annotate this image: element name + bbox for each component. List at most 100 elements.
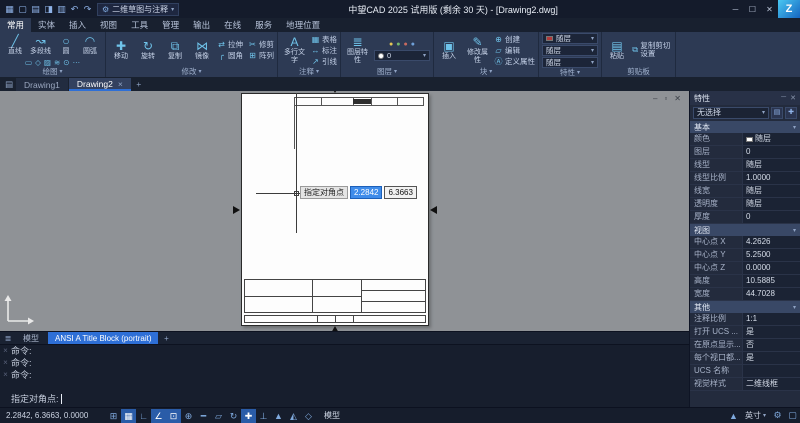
app-menu-icon[interactable]: ▦ — [3, 4, 16, 15]
property-value[interactable]: 10.5885 — [742, 275, 800, 287]
model-space-button[interactable]: 模型 — [316, 410, 348, 421]
color-dropdown[interactable]: 随层 ▾ — [542, 33, 598, 44]
select-objects-icon[interactable]: ✚ — [785, 107, 797, 119]
property-value[interactable]: 0 — [742, 211, 800, 223]
fillet-button[interactable]: ╭ 圆角 — [217, 51, 243, 61]
stretch-button[interactable]: ⇄ 拉伸 — [217, 40, 243, 50]
document-tab-drawing2[interactable]: Drawing2 × — [69, 78, 131, 91]
annotate-group-label[interactable]: 注释 ▾ — [281, 67, 337, 77]
drawing-canvas[interactable]: ‒ ▫ ✕ — [0, 91, 689, 331]
transparency-toggle[interactable]: ▱ — [211, 409, 226, 423]
property-value[interactable]: 是 — [742, 326, 800, 338]
ribbon-tab-output[interactable]: 输出 — [186, 18, 217, 32]
hatch-icon[interactable]: ▨ — [44, 58, 51, 67]
undo-icon[interactable]: ↶ — [68, 4, 81, 15]
circle-button[interactable]: ○ 圆 — [54, 33, 78, 57]
create-block-button[interactable]: ⊕ 创建 — [494, 34, 535, 44]
array-button[interactable]: ⊞ 阵列 — [248, 51, 274, 61]
property-value[interactable]: 是 — [742, 352, 800, 364]
otrack-toggle[interactable]: ⊕ — [181, 409, 196, 423]
command-line-window[interactable]: × 命令: × 命令: × 命令: 指定对角点: — [0, 344, 689, 407]
settings-gear-icon[interactable]: ⚙ — [770, 410, 785, 421]
ortho-toggle[interactable]: ∟ — [136, 409, 151, 423]
ribbon-tab-online[interactable]: 在线 — [217, 18, 248, 32]
paste-button[interactable]: ▤ 粘贴 — [605, 33, 629, 67]
snap-toggle[interactable]: ⊞ — [106, 409, 121, 423]
property-value[interactable]: 0.0000 — [742, 262, 800, 274]
panel-minimize-icon[interactable]: ─ — [781, 94, 786, 102]
copy-cut-settings-button[interactable]: ⧉ 复制剪切设置 — [632, 42, 672, 58]
polygon-icon[interactable]: ◇ — [35, 58, 41, 67]
layout-tab-ansi-a[interactable]: ANSI A Title Block (portrait) — [48, 332, 158, 345]
dynamic-input-toggle[interactable]: ✚ — [241, 409, 256, 423]
property-value[interactable]: 44.7028 — [742, 288, 800, 300]
dynamic-input-x-field[interactable]: 2.2842 — [350, 186, 382, 199]
layer-thaw-icon[interactable]: ● — [396, 41, 400, 48]
trim-button[interactable]: ✂ 修剪 — [248, 40, 274, 50]
more-icon[interactable]: ⋯ — [73, 58, 81, 67]
ribbon-tab-service[interactable]: 服务 — [248, 18, 279, 32]
print-icon[interactable]: ▥ — [55, 4, 68, 15]
dynamic-ucs-toggle[interactable]: ⊥ — [256, 409, 271, 423]
command-input[interactable]: 指定对角点: — [0, 393, 62, 405]
property-value[interactable]: 否 — [742, 339, 800, 351]
property-value[interactable] — [742, 365, 800, 377]
property-value[interactable]: 随层 — [742, 159, 800, 171]
move-button[interactable]: ✚ 移动 — [109, 33, 133, 67]
maximize-button[interactable]: ☐ — [744, 5, 761, 14]
line-button[interactable]: ╱ 直线 — [3, 33, 27, 57]
property-value[interactable]: 二维线框 — [742, 378, 800, 390]
annotation-visibility-toggle[interactable]: ▲ — [271, 409, 286, 423]
isodraft-toggle[interactable]: ◇ — [301, 409, 316, 423]
document-menu-icon[interactable]: ▤ — [2, 78, 16, 91]
ellipse-icon[interactable]: ⊙ — [63, 58, 69, 67]
layer-properties-button[interactable]: ≣ 图层特性 — [344, 33, 371, 67]
autoscale-toggle[interactable]: ◭ — [286, 409, 301, 423]
save-icon[interactable]: ◨ — [42, 4, 55, 15]
annotation-scale-icon[interactable]: ▲ — [726, 411, 741, 421]
section-header-general[interactable]: 基本 ▾ — [690, 121, 800, 133]
section-header-view[interactable]: 视图 ▾ — [690, 224, 800, 236]
linetype-dropdown[interactable]: 随层 ▾ — [542, 57, 598, 68]
property-value[interactable]: 1.0000 — [742, 172, 800, 184]
property-value[interactable]: 随层 — [742, 185, 800, 197]
define-attribute-button[interactable]: Ⓐ 定义属性 — [494, 56, 535, 66]
close-tab-icon[interactable]: × — [118, 78, 123, 90]
clipboard-group-label[interactable]: 剪贴板 — [605, 67, 672, 77]
table-button[interactable]: ▦ 表格 — [311, 34, 337, 44]
add-layout-button[interactable]: + — [160, 334, 172, 343]
mdi-close-icon[interactable]: ✕ — [674, 94, 681, 103]
ribbon-tab-manage[interactable]: 管理 — [155, 18, 186, 32]
panel-close-icon[interactable]: ✕ — [790, 94, 796, 102]
lineweight-dropdown[interactable]: 随层 ▾ — [542, 45, 598, 56]
modify-group-label[interactable]: 修改 ▾ — [109, 67, 274, 77]
minimize-button[interactable]: ─ — [727, 5, 744, 14]
layers-group-label[interactable]: 图层 ▾ — [344, 67, 430, 77]
grid-toggle[interactable]: ▦ — [121, 409, 136, 423]
open-icon[interactable]: ▤ — [29, 4, 42, 15]
property-value[interactable]: 0 — [742, 146, 800, 158]
layer-on-icon[interactable]: ● — [389, 41, 393, 48]
spline-icon[interactable]: ≋ — [54, 58, 60, 67]
rectangle-icon[interactable]: ▭ — [25, 58, 32, 67]
fullscreen-icon[interactable]: ▢ — [785, 410, 800, 421]
polyline-button[interactable]: ↝ 多段线 — [27, 33, 54, 57]
selection-dropdown[interactable]: 无选择 ▾ — [693, 107, 769, 119]
polar-toggle[interactable]: ∠ — [151, 409, 166, 423]
lineweight-toggle[interactable]: ━ — [196, 409, 211, 423]
new-icon[interactable]: ▢ — [16, 4, 29, 15]
ribbon-tab-view[interactable]: 视图 — [93, 18, 124, 32]
layer-plot-icon[interactable]: ● — [411, 41, 415, 48]
leader-button[interactable]: ↗ 引线 — [311, 56, 337, 66]
block-group-label[interactable]: 块 ▾ — [437, 67, 535, 77]
property-value[interactable]: 随层 — [742, 133, 800, 145]
copy-button[interactable]: ⧉ 复制 — [163, 33, 187, 67]
mirror-button[interactable]: ⋈ 镜像 — [190, 33, 214, 67]
mdi-minimize-icon[interactable]: ‒ — [653, 94, 657, 103]
layer-lock-icon[interactable]: ● — [404, 41, 408, 48]
ribbon-tab-geolocation[interactable]: 地理位置 — [279, 18, 327, 32]
new-tab-button[interactable]: + — [132, 78, 146, 91]
property-value[interactable]: 随层 — [742, 198, 800, 210]
block-editor-button[interactable]: ▱ 编辑 — [494, 45, 535, 55]
redo-icon[interactable]: ↷ — [81, 4, 94, 15]
